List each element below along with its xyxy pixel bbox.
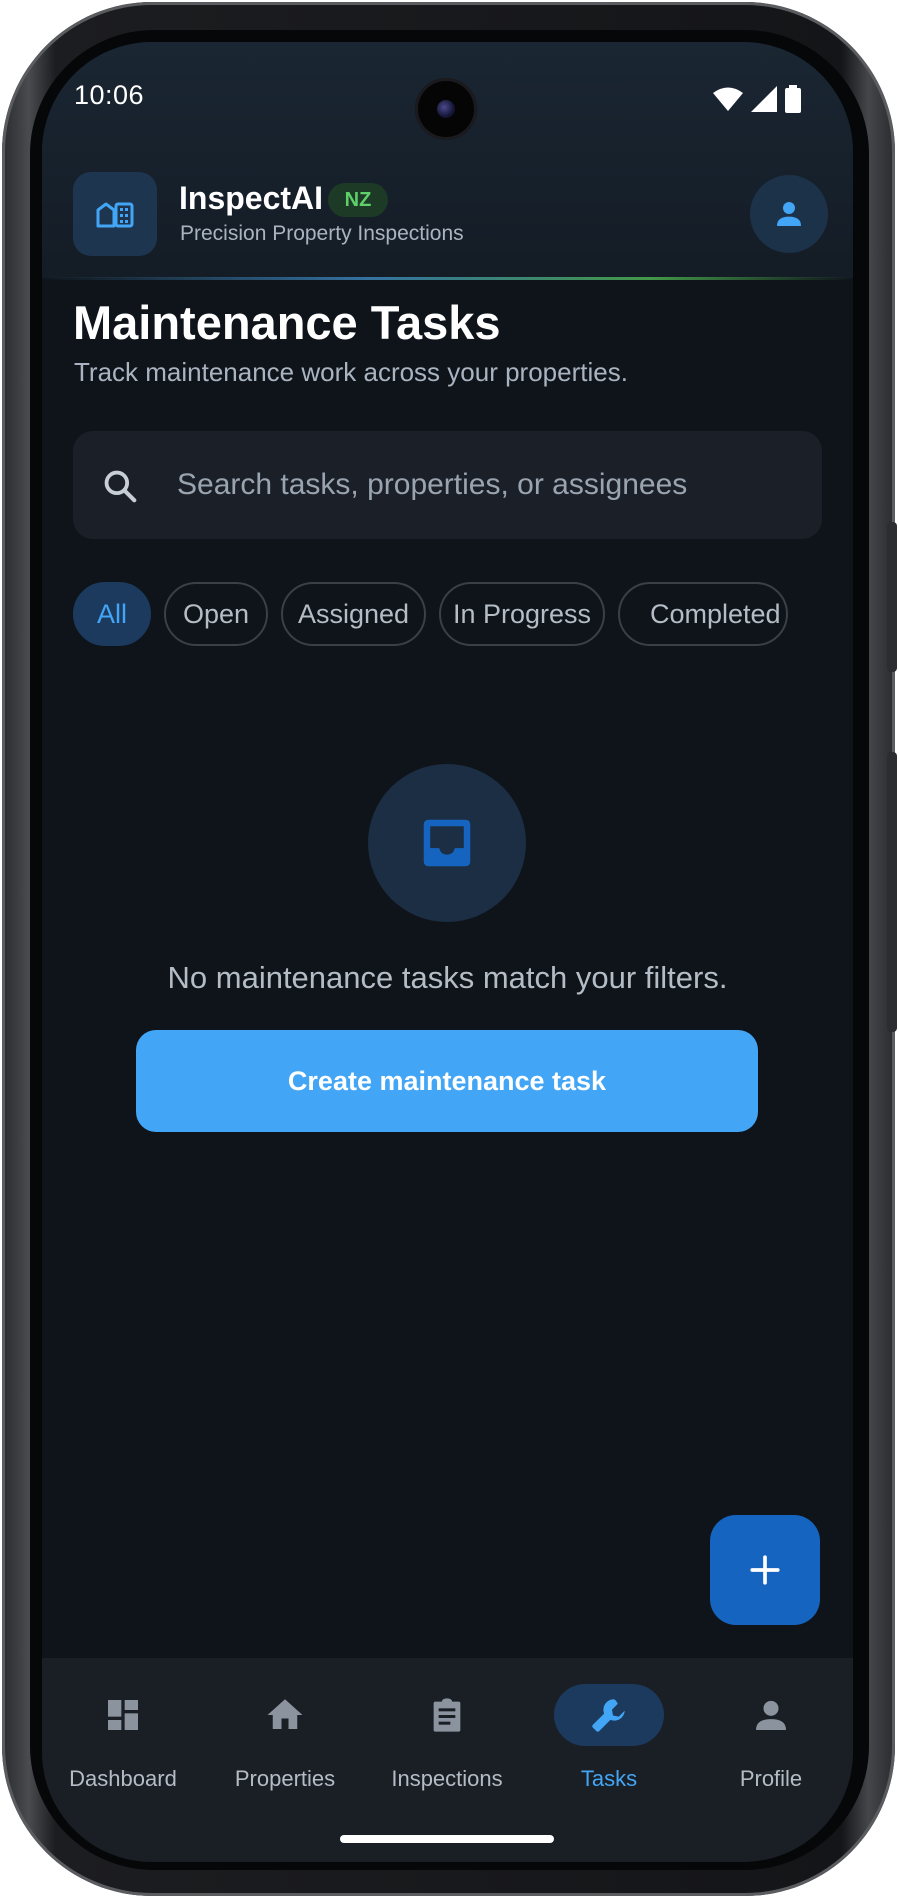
signal-icon (751, 86, 777, 112)
region-badge: NZ (328, 183, 388, 217)
nav-icon-container (716, 1684, 826, 1746)
nav-label: Profile (739, 1766, 803, 1791)
bottom-navigation: Dashboard Properties Inspections Tasks P… (42, 1658, 853, 1862)
page-subtitle: Track maintenance work across your prope… (74, 357, 628, 387)
app-tagline: Precision Property Inspections (180, 222, 464, 245)
nav-item-inspections[interactable]: Inspections (366, 1658, 528, 1798)
nav-label: Dashboard (69, 1766, 177, 1791)
nav-icon-container (392, 1684, 502, 1746)
app-name: InspectAI (179, 180, 324, 216)
nav-icon-container (230, 1684, 340, 1746)
empty-state-icon-circle (368, 764, 526, 922)
chip-label: All (96, 598, 127, 629)
wrench-icon (592, 1699, 625, 1732)
nav-label: Properties (234, 1766, 336, 1791)
dashboard-icon (108, 1700, 138, 1730)
filter-chip-open[interactable]: Open (164, 582, 268, 646)
chip-label: Assigned (297, 598, 410, 629)
battery-icon (785, 85, 801, 113)
inbox-icon (423, 819, 471, 867)
nav-item-tasks[interactable]: Tasks (528, 1658, 690, 1798)
person-icon (756, 1700, 786, 1730)
screen: 10:06 InspectAI NZ Precision Property In… (42, 42, 853, 1862)
empty-state-message: No maintenance tasks match your filters. (167, 960, 728, 995)
front-camera (415, 78, 477, 140)
home-icon (267, 1699, 303, 1729)
person-icon (777, 202, 801, 226)
add-task-fab[interactable] (710, 1515, 820, 1625)
create-maintenance-task-button[interactable]: Create maintenance task (136, 1030, 758, 1132)
building-icon (96, 202, 134, 228)
chip-label: Open (182, 598, 250, 629)
nav-item-dashboard[interactable]: Dashboard (42, 1658, 204, 1798)
chip-label: Completed (650, 598, 781, 629)
search-input[interactable] (177, 431, 797, 539)
status-icons (713, 84, 801, 114)
nav-icon-container (68, 1684, 178, 1746)
app-logo[interactable] (73, 172, 157, 256)
app-header: 10:06 InspectAI NZ Precision Property In… (42, 42, 853, 278)
filter-chip-in-progress[interactable]: In Progress (439, 582, 605, 646)
nav-item-profile[interactable]: Profile (690, 1658, 852, 1798)
home-indicator[interactable] (340, 1835, 554, 1843)
nav-item-properties[interactable]: Properties (204, 1658, 366, 1798)
nav-label: Inspections (391, 1766, 503, 1791)
clipboard-icon (433, 1698, 461, 1732)
header-divider (42, 277, 853, 280)
filter-chip-completed[interactable]: Completed (618, 582, 788, 646)
nav-icon-container (554, 1684, 664, 1746)
status-time: 10:06 (74, 80, 145, 110)
nav-label: Tasks (580, 1766, 638, 1791)
search-icon (104, 470, 137, 503)
wifi-icon (713, 87, 743, 111)
profile-avatar-button[interactable] (750, 175, 828, 253)
filter-chip-all[interactable]: All (73, 582, 151, 646)
plus-icon (750, 1555, 780, 1585)
filter-chips: All Open Assigned In Progress Completed (73, 582, 853, 648)
power-button (887, 752, 897, 1032)
chip-label: In Progress (452, 598, 592, 629)
search-bar[interactable] (73, 431, 822, 539)
volume-button (887, 522, 897, 672)
page-title: Maintenance Tasks (73, 296, 501, 349)
filter-chip-assigned[interactable]: Assigned (281, 582, 426, 646)
